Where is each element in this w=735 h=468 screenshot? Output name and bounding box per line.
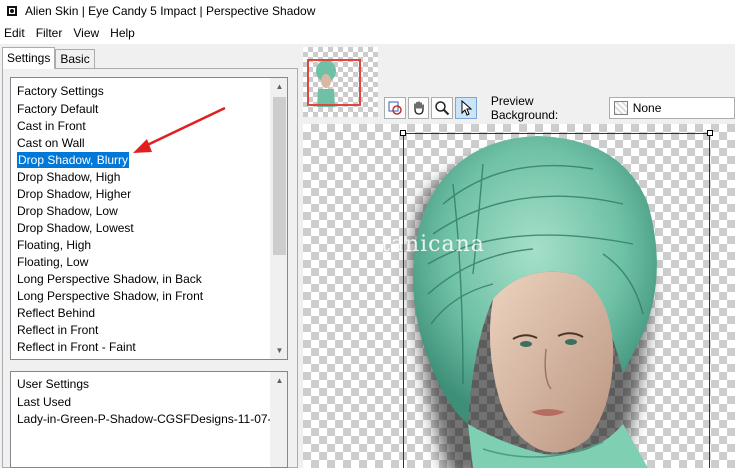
preview-background-value: None: [632, 101, 662, 115]
list-item[interactable]: Last Used: [11, 394, 270, 411]
alien-skin-app-icon: [5, 4, 19, 18]
list-item[interactable]: Drop Shadow, Lowest: [11, 220, 270, 237]
scroll-up-arrow-icon[interactable]: ▲: [271, 372, 287, 389]
menu-edit[interactable]: Edit: [0, 22, 31, 44]
magnifier-icon[interactable]: [431, 97, 454, 119]
tab-settings[interactable]: Settings: [2, 47, 56, 69]
list-item[interactable]: Reflect in Front: [11, 322, 270, 339]
resize-handle[interactable]: [707, 130, 713, 136]
menu-bar: Edit Filter View Help: [0, 22, 735, 44]
selection-rectangle[interactable]: [400, 130, 713, 468]
scroll-down-arrow-icon[interactable]: ▼: [271, 342, 287, 359]
menu-view[interactable]: View: [68, 22, 105, 44]
transparent-swatch-icon: [613, 101, 628, 115]
window-title: Alien Skin | Eye Candy 5 Impact | Perspe…: [25, 4, 316, 18]
preview-toolbar: Preview Background: None: [384, 94, 735, 122]
hand-icon[interactable]: [407, 97, 430, 119]
factory-list-scrollbar[interactable]: ▲ ▼: [270, 78, 287, 359]
menu-filter[interactable]: Filter: [31, 22, 69, 44]
list-item[interactable]: Long Perspective Shadow, in Front: [11, 288, 270, 305]
scroll-thumb[interactable]: [273, 97, 286, 255]
red-arrow-annotation: [133, 106, 226, 153]
tab-strip: Settings Basic: [2, 47, 95, 69]
scroll-up-arrow-icon[interactable]: ▲: [271, 78, 287, 95]
user-settings-list[interactable]: User Settings Last Used Lady-in-Green-P-…: [10, 371, 288, 468]
factory-settings-list[interactable]: Factory Settings Factory Default Cast in…: [10, 77, 288, 360]
settings-panel: Settings Basic Factory Settings Factory …: [0, 44, 300, 468]
viewport-frame[interactable]: [307, 59, 361, 106]
factory-settings-header: Factory Settings: [17, 84, 104, 98]
title-bar: Alien Skin | Eye Candy 5 Impact | Perspe…: [0, 0, 735, 22]
list-item[interactable]: Floating, Low: [11, 254, 270, 271]
list-item[interactable]: Reflect Behind: [11, 305, 270, 322]
list-item[interactable]: Lady-in-Green-P-Shadow-CGSFDesigns-11-07…: [11, 411, 287, 428]
preview-background-label: Preview Background:: [490, 94, 559, 122]
list-item[interactable]: Long Perspective Shadow, in Back: [11, 271, 270, 288]
user-list-scrollbar[interactable]: ▲: [270, 372, 287, 467]
menu-help[interactable]: Help: [105, 22, 141, 44]
pan-zoom-icon[interactable]: [384, 97, 406, 119]
navigator-thumbnail[interactable]: [303, 47, 378, 117]
list-item[interactable]: Drop Shadow, Low: [11, 203, 270, 220]
selected-item-label: Drop Shadow, Blurry: [17, 152, 130, 168]
resize-handle[interactable]: [400, 130, 406, 136]
tab-basic[interactable]: Basic: [55, 49, 95, 69]
list-item[interactable]: Floating, High: [11, 237, 270, 254]
preview-background-dropdown[interactable]: None: [608, 97, 735, 119]
preview-panel: Preview Background: None tanicana: [300, 44, 735, 468]
preview-canvas[interactable]: tanicana: [303, 124, 735, 468]
user-settings-header: User Settings: [17, 377, 90, 391]
list-item[interactable]: Reflect in Front - Faint: [11, 339, 270, 356]
pointer-icon[interactable]: [455, 97, 477, 119]
